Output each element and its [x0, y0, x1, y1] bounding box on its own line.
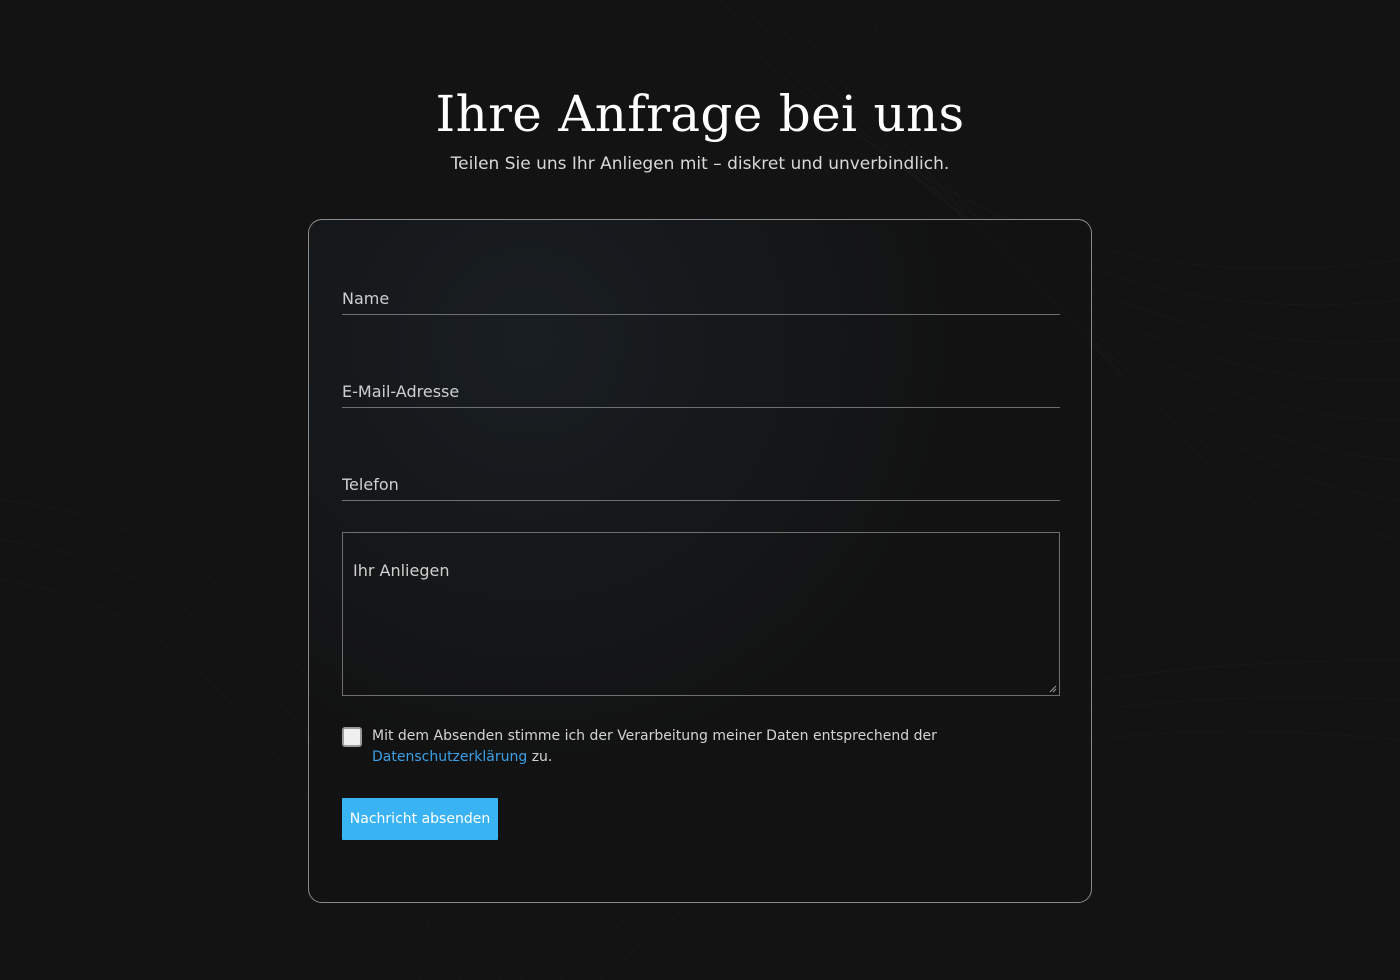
email-field: [342, 368, 1060, 408]
privacy-policy-link[interactable]: Datenschutzerklärung: [372, 749, 527, 765]
message-field: [342, 532, 1060, 696]
page-title: Ihre Anfrage bei uns: [435, 85, 965, 143]
name-input[interactable]: [342, 275, 1060, 314]
contact-page: Ihre Anfrage bei uns Teilen Sie uns Ihr …: [0, 0, 1400, 980]
consent-label: Mit dem Absenden stimme ich der Verarbei…: [372, 728, 937, 744]
consent-suffix: zu.: [531, 749, 553, 765]
page-subtitle: Teilen Sie uns Ihr Anliegen mit – diskre…: [450, 154, 950, 174]
email-input[interactable]: [342, 368, 1060, 407]
contact-form: Mit dem Absenden stimme ich der Verarbei…: [308, 219, 1092, 903]
submit-button[interactable]: Nachricht absenden: [342, 798, 498, 840]
resize-grip-icon[interactable]: [1049, 685, 1057, 693]
message-textarea[interactable]: [343, 533, 1059, 695]
consent-text: Mit dem Absenden stimme ich der Verarbei…: [372, 726, 1062, 768]
name-field: [342, 275, 1060, 315]
phone-input[interactable]: [342, 461, 1060, 500]
phone-field: [342, 461, 1060, 501]
consent-checkbox[interactable]: [342, 727, 362, 747]
